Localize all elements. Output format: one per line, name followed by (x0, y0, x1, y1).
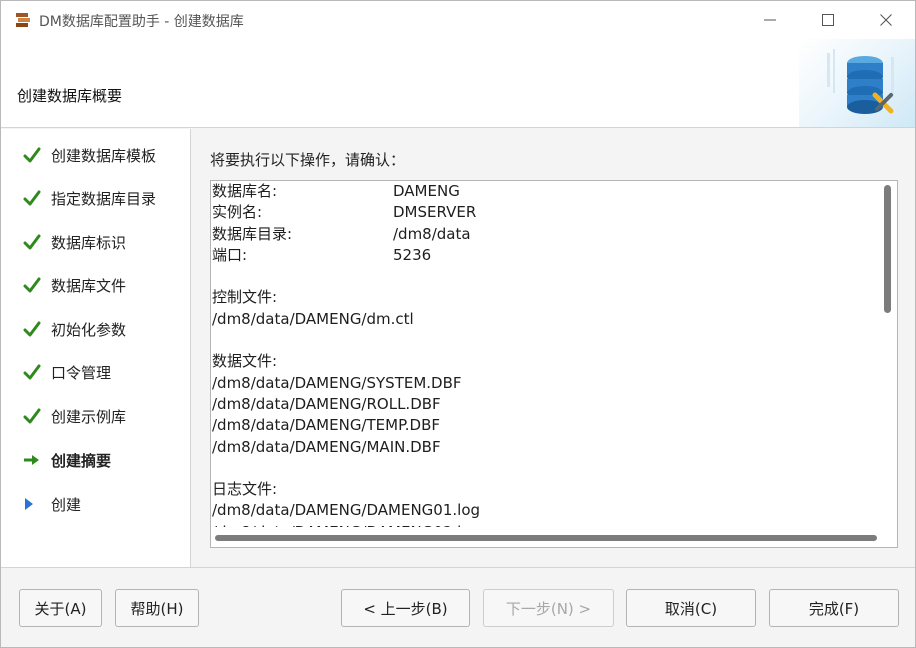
step-navigation: 创建数据库模板 指定数据库目录 数据库标识 数据库文件 初始化参数 口令管理 创… (1, 129, 191, 567)
step-label: 数据库标识 (51, 233, 127, 252)
step-item: 初始化参数 (23, 316, 126, 342)
check-icon (23, 364, 41, 380)
step-item-pending: 创建 (23, 491, 81, 517)
step-item: 口令管理 (23, 359, 111, 385)
vertical-scrollbar[interactable] (879, 181, 897, 529)
step-item: 创建示例库 (23, 403, 126, 429)
maximize-button[interactable] (799, 1, 857, 39)
help-button[interactable]: 帮助(H) (115, 589, 199, 627)
summary-field: 端口: 5236 (212, 245, 880, 266)
about-button[interactable]: 关于(A) (19, 589, 102, 627)
summary-field: 数据库名: DAMENG (212, 181, 880, 202)
close-icon (880, 14, 892, 26)
check-icon (23, 190, 41, 206)
arrow-right-icon (24, 455, 39, 465)
banner-art (799, 39, 915, 127)
step-label: 初始化参数 (51, 320, 127, 339)
triangle-right-icon (25, 498, 33, 510)
vertical-scroll-thumb[interactable] (884, 185, 891, 313)
database-config-icon (827, 49, 894, 114)
field-key: 实例名: (212, 203, 263, 222)
data-file-path: /dm8/data/DAMENG/ROLL.DBF (212, 394, 441, 413)
control-files-title: 控制文件: (212, 288, 278, 307)
step-label: 口令管理 (51, 363, 112, 382)
confirm-prompt: 将要执行以下操作，请确认： (210, 151, 406, 169)
app-icon (16, 13, 30, 27)
field-value: DMSERVER (393, 203, 477, 222)
main-panel: 将要执行以下操作，请确认： 数据库名: DAMENG 实例名: DMSERVER… (192, 129, 915, 567)
next-button[interactable]: 下一步(N) > (483, 589, 614, 627)
page-title: 创建数据库概要 (17, 87, 123, 105)
log-files-title: 日志文件: (212, 480, 278, 499)
button-bar: 关于(A) 帮助(H) < 上一步(B) 下一步(N) > 取消(C) 完成(F… (1, 567, 915, 647)
step-item: 数据库标识 (23, 229, 126, 255)
cancel-button[interactable]: 取消(C) (626, 589, 756, 627)
check-icon (23, 234, 41, 250)
summary-content: 数据库名: DAMENG 实例名: DMSERVER 数据库目录: /dm8/d… (212, 181, 880, 543)
field-key: 数据库目录: (212, 224, 293, 243)
field-key: 端口: (212, 245, 248, 264)
data-file-path: /dm8/data/DAMENG/SYSTEM.DBF (212, 373, 462, 392)
step-item: 创建数据库模板 (23, 142, 156, 168)
summary-field: 数据库目录: /dm8/data (212, 224, 880, 245)
close-button[interactable] (857, 1, 915, 39)
check-icon (23, 147, 41, 163)
field-value: /dm8/data (393, 224, 471, 243)
title-bar: DM数据库配置助手 - 创建数据库 (1, 1, 915, 39)
back-button[interactable]: < 上一步(B) (341, 589, 470, 627)
data-file-path: /dm8/data/DAMENG/MAIN.DBF (212, 437, 441, 456)
control-file-path: /dm8/data/DAMENG/dm.ctl (212, 309, 414, 328)
check-icon (23, 277, 41, 293)
data-file-path: /dm8/data/DAMENG/TEMP.DBF (212, 416, 441, 435)
step-label: 数据库文件 (51, 276, 127, 295)
step-label: 创建示例库 (51, 407, 127, 426)
field-key: 数据库名: (212, 182, 278, 200)
check-icon (23, 408, 41, 424)
horizontal-scrollbar[interactable] (211, 527, 897, 547)
header-banner: 创建数据库概要 (1, 39, 915, 128)
step-label: 创建 (51, 495, 82, 514)
finish-button[interactable]: 完成(F) (769, 589, 899, 627)
step-item-current: 创建摘要 (23, 447, 111, 473)
app-window: DM数据库配置助手 - 创建数据库 创建数据库概要 创建数据库模板 指定数据库目… (0, 0, 916, 648)
window-title: DM数据库配置助手 - 创建数据库 (39, 14, 244, 30)
check-icon (23, 321, 41, 337)
minimize-icon (764, 19, 776, 21)
step-item: 数据库文件 (23, 272, 126, 298)
summary-field: 实例名: DMSERVER (212, 202, 880, 223)
minimize-button[interactable] (741, 1, 799, 39)
field-value: DAMENG (393, 182, 460, 200)
data-files-title: 数据文件: (212, 352, 278, 371)
step-label: 指定数据库目录 (51, 189, 157, 208)
summary-text-area[interactable]: 数据库名: DAMENG 实例名: DMSERVER 数据库目录: /dm8/d… (210, 180, 898, 548)
step-item: 指定数据库目录 (23, 185, 156, 211)
field-value: 5236 (393, 245, 432, 264)
horizontal-scroll-thumb[interactable] (215, 535, 877, 541)
step-label: 创建数据库模板 (51, 146, 157, 165)
maximize-icon (822, 14, 834, 26)
log-file-path: /dm8/data/DAMENG/DAMENG01.log (212, 501, 481, 520)
step-label: 创建摘要 (51, 451, 112, 470)
